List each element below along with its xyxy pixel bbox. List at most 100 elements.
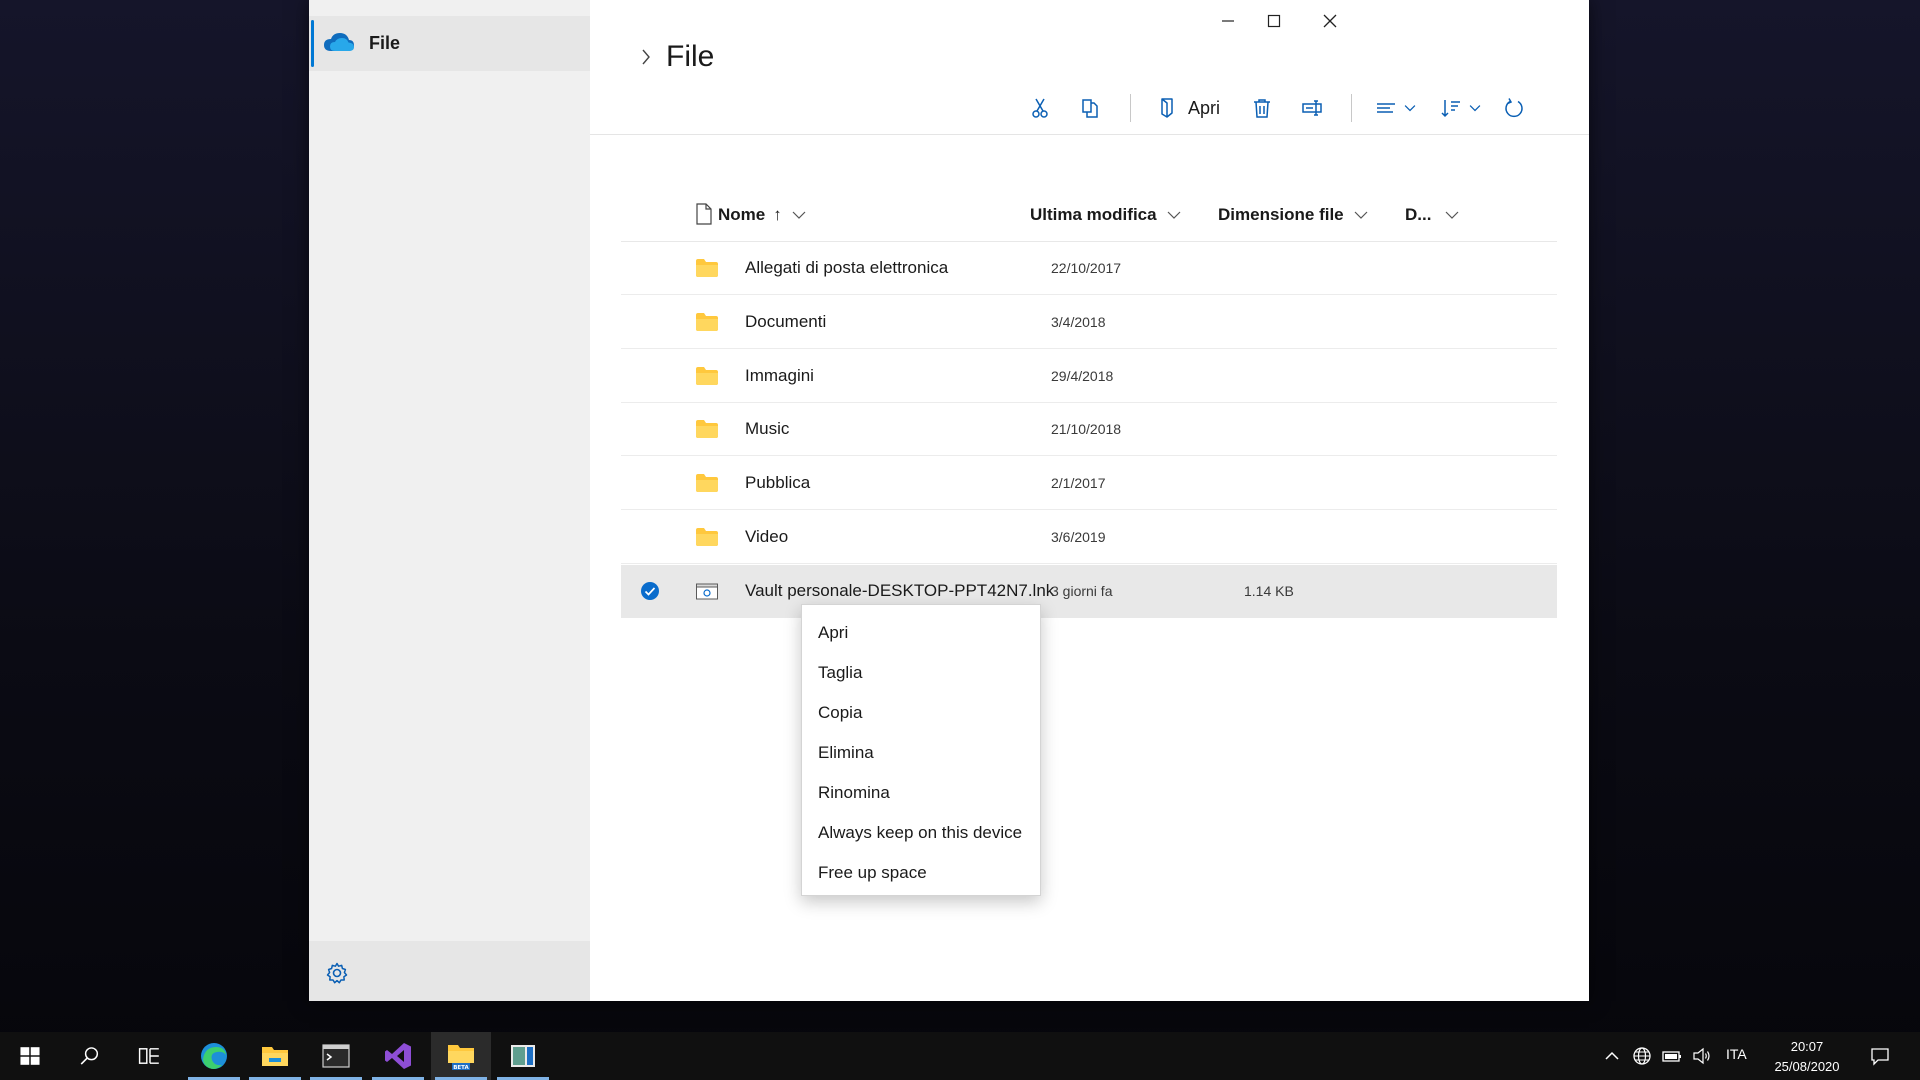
files-beta-icon: BETA — [448, 1045, 474, 1071]
row-modified: 3/6/2019 — [1051, 529, 1106, 545]
show-hidden-icons-button[interactable] — [1600, 1032, 1624, 1080]
column-header-label: D... — [1405, 205, 1432, 224]
selection-indicator — [311, 20, 314, 67]
sidebar-item-file[interactable]: File — [309, 16, 590, 71]
minimize-button[interactable] — [1205, 8, 1251, 34]
sidebar: File — [309, 0, 590, 1001]
taskbar-edge[interactable] — [184, 1032, 244, 1080]
search-icon — [80, 1047, 99, 1065]
clock[interactable]: 20:07 25/08/2020 — [1760, 1037, 1854, 1077]
column-header-label: Dimensione file — [1218, 205, 1344, 224]
trash-icon — [1254, 99, 1270, 118]
context-menu-delete[interactable]: Elimina — [802, 733, 1040, 773]
row-modified: 29/4/2018 — [1051, 368, 1114, 384]
column-header-modified[interactable]: Ultima modifica — [1030, 200, 1181, 230]
open-button[interactable]: Apri — [1156, 93, 1220, 123]
clock-date: 25/08/2020 — [1774, 1059, 1840, 1074]
globe-icon — [1633, 1047, 1651, 1065]
app-window-icon — [511, 1045, 535, 1067]
file-type-header-icon[interactable] — [695, 203, 713, 225]
chevron-right-icon[interactable] — [640, 48, 652, 66]
taskbar-files-beta[interactable]: BETA — [431, 1032, 491, 1080]
table-row[interactable]: Music 21/10/2018 — [621, 403, 1557, 456]
battery-button[interactable] — [1658, 1032, 1686, 1080]
maximize-icon — [1267, 14, 1281, 28]
row-name: Pubblica — [745, 473, 811, 492]
cut-button[interactable] — [1029, 93, 1051, 123]
sort-ascending-icon: ↑ — [773, 205, 782, 224]
context-menu-copy[interactable]: Copia — [802, 693, 1040, 733]
context-menu: Apri Taglia Copia Elimina Rinomina Alway… — [801, 604, 1041, 896]
column-header-extra[interactable]: D... — [1405, 200, 1459, 230]
sort-button[interactable] — [1440, 93, 1484, 123]
row-name: Documenti — [745, 312, 827, 331]
task-view-button[interactable] — [120, 1032, 180, 1080]
taskbar-app[interactable] — [493, 1032, 553, 1080]
chevron-down-icon — [792, 211, 806, 219]
action-center-button[interactable] — [1862, 1032, 1898, 1080]
scissors-icon — [1032, 98, 1048, 118]
close-icon — [1323, 14, 1337, 28]
notification-icon — [1871, 1048, 1889, 1066]
toolbar-separator — [1351, 94, 1352, 122]
taskbar-file-explorer[interactable] — [245, 1032, 305, 1080]
table-row[interactable]: Video 3/6/2019 — [621, 511, 1557, 564]
context-menu-open[interactable]: Apri — [802, 613, 1040, 653]
refresh-button[interactable] — [1503, 93, 1525, 123]
folder-icon — [696, 474, 718, 492]
chevron-down-icon — [1354, 211, 1368, 219]
chevron-down-icon — [1167, 211, 1181, 219]
search-button[interactable] — [60, 1032, 120, 1080]
column-header-label: Nome — [718, 205, 766, 224]
row-modified: 2/1/2017 — [1051, 475, 1106, 491]
chevron-down-icon — [1446, 211, 1459, 219]
rename-button[interactable] — [1301, 93, 1323, 123]
minimize-icon — [1222, 20, 1234, 22]
align-left-icon — [1377, 103, 1395, 113]
main-pane: File Apri Nome ↑ Ultima modifica Dimensi… — [590, 0, 1589, 1001]
row-modified: 21/10/2018 — [1051, 421, 1122, 437]
windows-logo-icon — [20, 1047, 40, 1065]
copy-icon — [1082, 99, 1098, 118]
close-button[interactable] — [1307, 8, 1353, 34]
table-row[interactable]: Allegati di posta elettronica 22/10/2017 — [621, 242, 1557, 295]
folder-icon — [696, 420, 718, 438]
row-modified: 22/10/2017 — [1051, 260, 1122, 276]
table-row-selected[interactable]: Vault personale-DESKTOP-PPT42N7.lnk 3 gi… — [621, 565, 1557, 618]
onedrive-cloud-icon — [324, 33, 354, 51]
delete-button[interactable] — [1251, 93, 1273, 123]
view-options-button[interactable] — [1375, 93, 1419, 123]
column-header-size[interactable]: Dimensione file — [1218, 200, 1368, 230]
table-row[interactable]: Pubblica 2/1/2017 — [621, 457, 1557, 510]
beta-label: BETA — [453, 1065, 469, 1071]
context-menu-always-keep[interactable]: Always keep on this device — [802, 813, 1040, 853]
context-menu-cut[interactable]: Taglia — [802, 653, 1040, 693]
column-header-name[interactable]: Nome ↑ — [718, 200, 806, 230]
context-menu-free-up-space[interactable]: Free up space — [802, 853, 1040, 893]
row-name: Immagini — [745, 366, 814, 385]
taskbar-terminal[interactable] — [306, 1032, 366, 1080]
sidebar-item-label: File — [369, 33, 401, 53]
gear-icon[interactable] — [325, 961, 349, 985]
taskbar: BETA ITA 20:07 25/08/2020 — [0, 1032, 1920, 1080]
row-name: Music — [745, 419, 790, 438]
taskbar-visual-studio[interactable] — [368, 1032, 428, 1080]
input-language[interactable]: ITA — [1726, 1046, 1747, 1062]
chevron-down-icon — [1404, 105, 1416, 112]
folder-icon — [696, 313, 718, 331]
row-modified: 3 giorni fa — [1051, 583, 1113, 599]
row-size: 1.14 KB — [1244, 583, 1294, 599]
table-row[interactable]: Documenti 3/4/2018 — [621, 296, 1557, 349]
copy-button[interactable] — [1079, 93, 1101, 123]
folder-icon — [696, 528, 718, 546]
speaker-icon — [1693, 1047, 1710, 1065]
table-row[interactable]: Immagini 29/4/2018 — [621, 350, 1557, 403]
context-menu-rename[interactable]: Rinomina — [802, 773, 1040, 813]
network-button[interactable] — [1628, 1032, 1656, 1080]
toolbar-divider — [590, 134, 1589, 135]
start-button[interactable] — [0, 1032, 60, 1080]
checkmark-circle-icon[interactable] — [640, 581, 660, 601]
refresh-icon — [1505, 98, 1523, 118]
maximize-button[interactable] — [1251, 8, 1297, 34]
volume-button[interactable] — [1688, 1032, 1716, 1080]
